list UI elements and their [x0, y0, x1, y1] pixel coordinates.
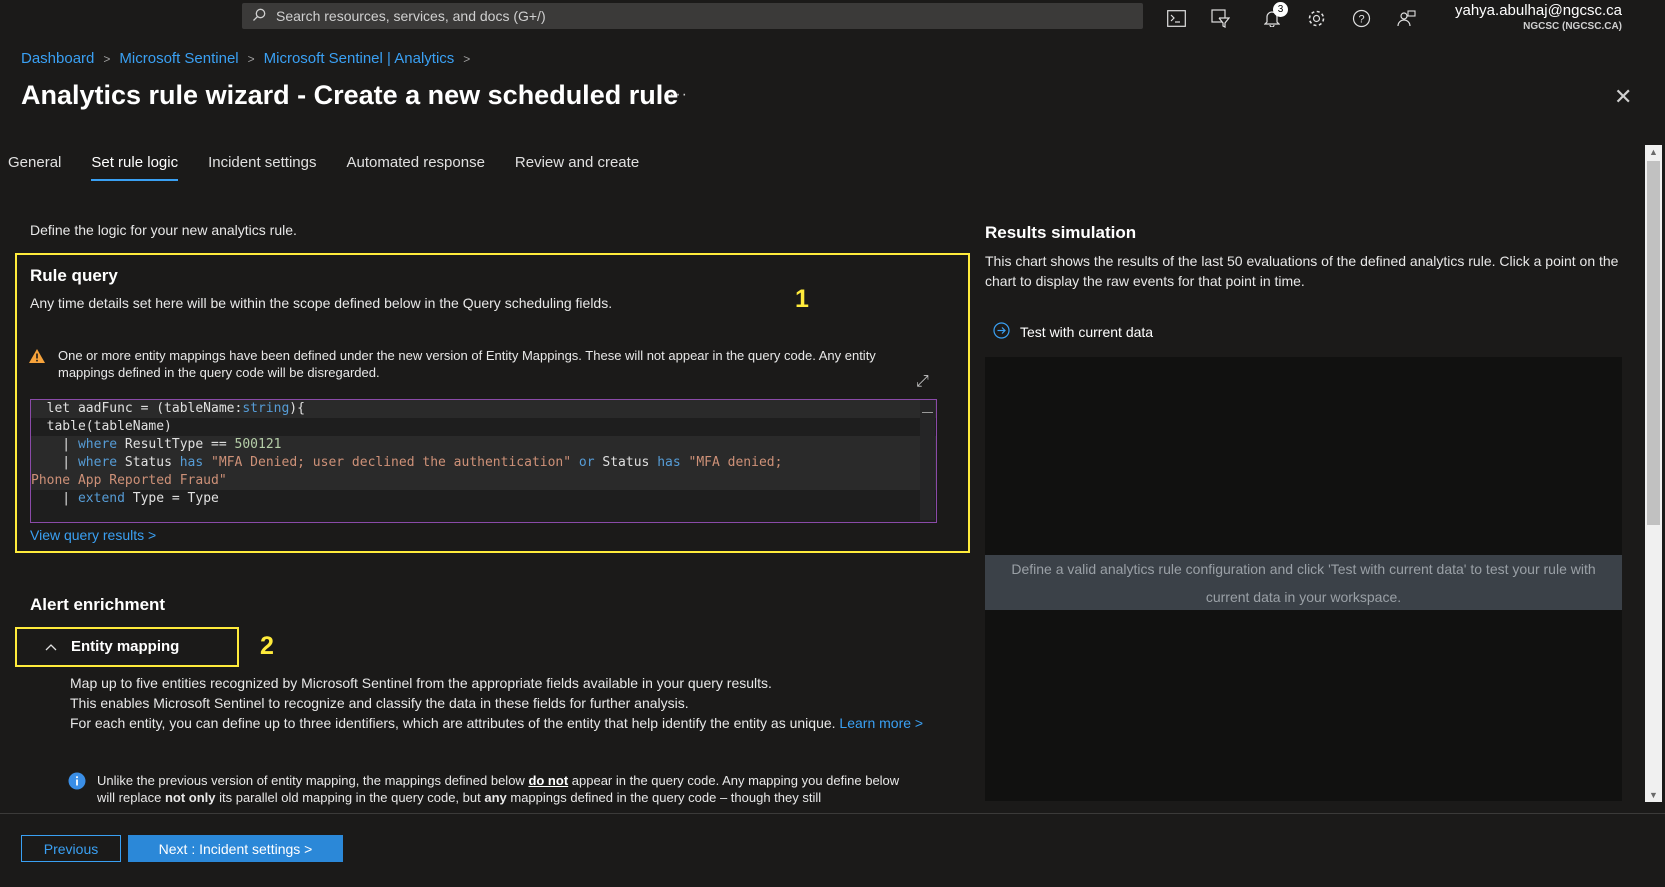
warning-icon — [28, 348, 48, 381]
wizard-tabs: General Set rule logic Incident settings… — [8, 154, 669, 181]
help-icon[interactable]: ? — [1351, 8, 1371, 28]
code-line: | extend Type = Type — [31, 491, 219, 506]
editor-scrollbar[interactable] — [920, 400, 935, 520]
feedback-icon[interactable] — [1396, 8, 1416, 28]
code-line: table(tableName) — [31, 419, 172, 434]
rule-query-description: Any time details set here will be within… — [30, 295, 613, 311]
learn-more-link[interactable]: Learn more > — [839, 715, 923, 731]
info-text: its parallel old mapping in the query co… — [219, 790, 481, 805]
chevron-right-icon: > — [103, 51, 111, 66]
code-line: Phone App Reported Fraud" — [31, 472, 936, 490]
settings-icon[interactable] — [1306, 8, 1326, 28]
entity-desc-line: For each entity, you can define up to th… — [70, 715, 836, 731]
alert-enrichment-heading: Alert enrichment — [30, 595, 166, 614]
info-emphasis: do not — [528, 773, 569, 788]
more-options-icon[interactable]: ··· — [669, 86, 688, 104]
account-menu[interactable]: yahya.abulhaj@ngcsc.ca NGCSC (NGCSC.CA) — [1455, 2, 1622, 32]
rule-query-heading: Rule query — [30, 266, 118, 285]
search-icon — [252, 8, 268, 25]
search-placeholder: Search resources, services, and docs (G+… — [276, 8, 546, 24]
breadcrumb-dashboard[interactable]: Dashboard — [21, 50, 94, 67]
code-line: let aadFunc = (tableName:string){ — [31, 400, 936, 418]
annotation-number-2: 2 — [260, 632, 274, 660]
code-line: | where ResultType == 500121 — [31, 436, 936, 454]
test-with-current-data-button[interactable]: Test with current data — [993, 322, 1153, 342]
cloud-shell-icon[interactable] — [1166, 8, 1186, 28]
notifications-badge: 3 — [1273, 2, 1288, 17]
entity-desc-line: Map up to five entities recognized by Mi… — [70, 675, 772, 691]
close-icon[interactable]: ✕ — [1614, 84, 1632, 110]
warning-text: One or more entity mappings have been de… — [58, 348, 876, 380]
annotation-number-1: 1 — [795, 285, 809, 313]
entity-mapping-label: Entity mapping — [71, 638, 180, 655]
tab-review-and-create[interactable]: Review and create — [515, 154, 639, 181]
user-tenant: NGCSC (NGCSC.CA) — [1523, 21, 1622, 32]
arrow-circle-icon — [993, 322, 1011, 342]
tab-set-rule-logic[interactable]: Set rule logic — [91, 154, 178, 181]
chart-message-text: Define a valid analytics rule configurat… — [1011, 560, 1596, 605]
info-emphasis: any — [484, 790, 507, 805]
page-scrollbar[interactable]: ▲ ▼ — [1645, 145, 1662, 802]
chevron-right-icon: > — [247, 51, 255, 66]
results-simulation-heading: Results simulation — [985, 223, 1137, 242]
scroll-down-arrow-icon[interactable]: ▼ — [1645, 788, 1662, 802]
chevron-right-icon: > — [463, 51, 471, 66]
test-button-label: Test with current data — [1020, 324, 1154, 340]
chart-placeholder-message: Define a valid analytics rule configurat… — [985, 555, 1622, 610]
scrollbar-thumb[interactable] — [1647, 161, 1660, 525]
info-icon — [68, 772, 88, 806]
directory-filter-icon[interactable] — [1210, 8, 1230, 28]
info-emphasis: not only — [164, 790, 216, 805]
info-text: mappings defined in the query code – tho… — [510, 790, 822, 805]
intro-text: Define the logic for your new analytics … — [30, 222, 297, 238]
chevron-up-icon — [45, 638, 59, 655]
entity-mapping-info: Unlike the previous version of entity ma… — [68, 772, 908, 806]
previous-button[interactable]: Previous — [21, 835, 121, 862]
scroll-up-arrow-icon[interactable]: ▲ — [1645, 145, 1662, 159]
results-simulation-description: This chart shows the results of the last… — [985, 253, 1619, 289]
breadcrumb: Dashboard > Microsoft Sentinel > Microso… — [21, 50, 479, 67]
entity-mapping-description: Map up to five entities recognized by Mi… — [70, 673, 930, 733]
next-button[interactable]: Next : Incident settings > — [128, 835, 343, 862]
info-text: Unlike the previous version of entity ma… — [97, 773, 525, 788]
tab-incident-settings[interactable]: Incident settings — [208, 154, 316, 181]
search-box[interactable]: Search resources, services, and docs (G+… — [242, 3, 1143, 29]
entity-desc-line: This enables Microsoft Sentinel to recog… — [70, 695, 689, 711]
tab-automated-response[interactable]: Automated response — [347, 154, 485, 181]
query-editor[interactable]: let aadFunc = (tableName:string){ table(… — [30, 399, 937, 523]
page-title: Analytics rule wizard - Create a new sch… — [21, 80, 679, 110]
user-email: yahya.abulhaj@ngcsc.ca — [1455, 2, 1622, 19]
tab-general[interactable]: General — [8, 154, 61, 181]
expand-editor-icon[interactable]: ⤢ — [916, 373, 929, 391]
entity-mapping-toggle[interactable]: Entity mapping — [45, 638, 179, 655]
entity-mapping-warning: One or more entity mappings have been de… — [28, 347, 928, 381]
breadcrumb-sentinel[interactable]: Microsoft Sentinel — [119, 50, 238, 67]
view-query-results-link[interactable]: View query results > — [30, 527, 156, 543]
breadcrumb-sentinel-analytics[interactable]: Microsoft Sentinel | Analytics — [264, 50, 455, 67]
svg-text:?: ? — [1358, 13, 1364, 25]
code-line: | where Status has "MFA Denied; user dec… — [31, 454, 936, 472]
